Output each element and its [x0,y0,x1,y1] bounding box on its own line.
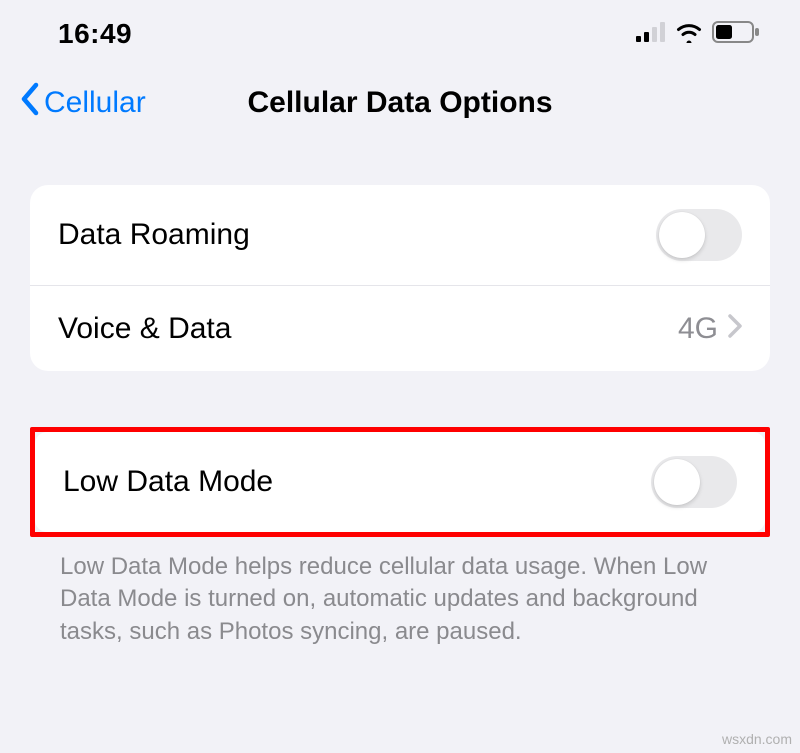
data-roaming-toggle[interactable] [656,209,742,261]
settings-group-1: Data Roaming Voice & Data 4G [30,185,770,371]
toggle-knob [659,212,705,258]
data-roaming-row[interactable]: Data Roaming [30,185,770,285]
low-data-mode-toggle[interactable] [651,456,737,508]
chevron-right-icon [728,313,742,345]
voice-data-label: Voice & Data [58,312,231,346]
voice-data-value-wrap: 4G [678,312,742,346]
low-data-mode-label: Low Data Mode [63,465,273,499]
status-icons [636,21,760,48]
wifi-icon [674,21,704,48]
low-data-mode-row[interactable]: Low Data Mode [35,432,765,532]
watermark: wsxdn.com [722,731,792,747]
low-data-mode-footer: Low Data Mode helps reduce cellular data… [30,537,770,648]
back-button[interactable]: Cellular [20,82,146,123]
highlight-box: Low Data Mode [30,427,770,537]
back-label: Cellular [44,86,146,120]
status-time: 16:49 [58,18,132,50]
status-bar: 16:49 [0,0,800,60]
content: Data Roaming Voice & Data 4G Low Data Mo… [0,145,800,648]
data-roaming-label: Data Roaming [58,218,250,252]
chevron-left-icon [20,82,40,123]
nav-bar: Cellular Cellular Data Options [0,60,800,145]
cellular-signal-icon [636,22,666,47]
toggle-knob [654,459,700,505]
voice-data-value: 4G [678,312,718,346]
settings-group-2: Low Data Mode [35,432,765,532]
battery-icon [712,21,760,48]
voice-data-row[interactable]: Voice & Data 4G [30,285,770,371]
page-title: Cellular Data Options [247,86,552,120]
